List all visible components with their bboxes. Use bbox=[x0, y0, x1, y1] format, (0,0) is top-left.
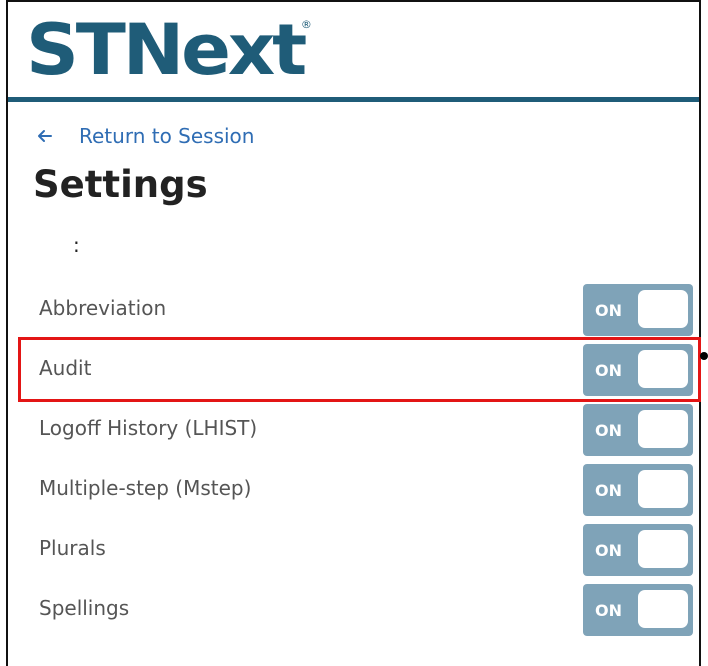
setting-row-spellings: Spellings ON bbox=[39, 584, 694, 636]
toggle-knob bbox=[638, 350, 688, 388]
setting-row-abbreviation: Abbreviation ON bbox=[39, 284, 694, 336]
toggle-knob bbox=[638, 590, 688, 628]
annotation-dot bbox=[700, 352, 708, 360]
logo-text: STNext bbox=[26, 9, 307, 91]
toggle-knob bbox=[638, 530, 688, 568]
arrow-left-icon bbox=[38, 130, 52, 142]
page-title: Settings bbox=[33, 163, 208, 206]
toggle-state-text: ON bbox=[595, 421, 622, 440]
header-divider bbox=[8, 97, 699, 102]
toggle-knob bbox=[638, 410, 688, 448]
toggle-state-text: ON bbox=[595, 361, 622, 380]
return-to-session-label: Return to Session bbox=[79, 124, 255, 148]
setting-label: Spellings bbox=[39, 596, 130, 620]
toggle-state-text: ON bbox=[595, 541, 622, 560]
return-to-session-link[interactable]: Return to Session bbox=[37, 124, 254, 148]
setting-row-plurals: Plurals ON bbox=[39, 524, 694, 576]
toggle-state-text: ON bbox=[595, 481, 622, 500]
setting-label: Abbreviation bbox=[39, 296, 167, 320]
stnext-logo: STNext ® bbox=[26, 10, 312, 90]
logoff-history-toggle[interactable]: ON bbox=[583, 404, 693, 456]
spellings-toggle[interactable]: ON bbox=[583, 584, 693, 636]
toggle-knob bbox=[638, 470, 688, 508]
setting-row-audit: Audit ON bbox=[39, 344, 694, 396]
plurals-toggle[interactable]: ON bbox=[583, 524, 693, 576]
abbreviation-toggle[interactable]: ON bbox=[583, 284, 693, 336]
audit-toggle[interactable]: ON bbox=[583, 344, 693, 396]
toggle-knob bbox=[638, 290, 688, 328]
toggle-state-text: ON bbox=[595, 301, 622, 320]
setting-label: Logoff History (LHIST) bbox=[39, 416, 258, 440]
setting-row-logoff-history: Logoff History (LHIST) ON bbox=[39, 404, 694, 456]
setting-row-multiple-step: Multiple-step (Mstep) ON bbox=[39, 464, 694, 516]
setting-label: Plurals bbox=[39, 536, 106, 560]
toggle-state-text: ON bbox=[595, 601, 622, 620]
multiple-step-toggle[interactable]: ON bbox=[583, 464, 693, 516]
colon-text: : bbox=[73, 233, 80, 257]
setting-label: Audit bbox=[39, 356, 92, 380]
setting-label: Multiple-step (Mstep) bbox=[39, 476, 252, 500]
header: STNext ® bbox=[8, 2, 699, 97]
